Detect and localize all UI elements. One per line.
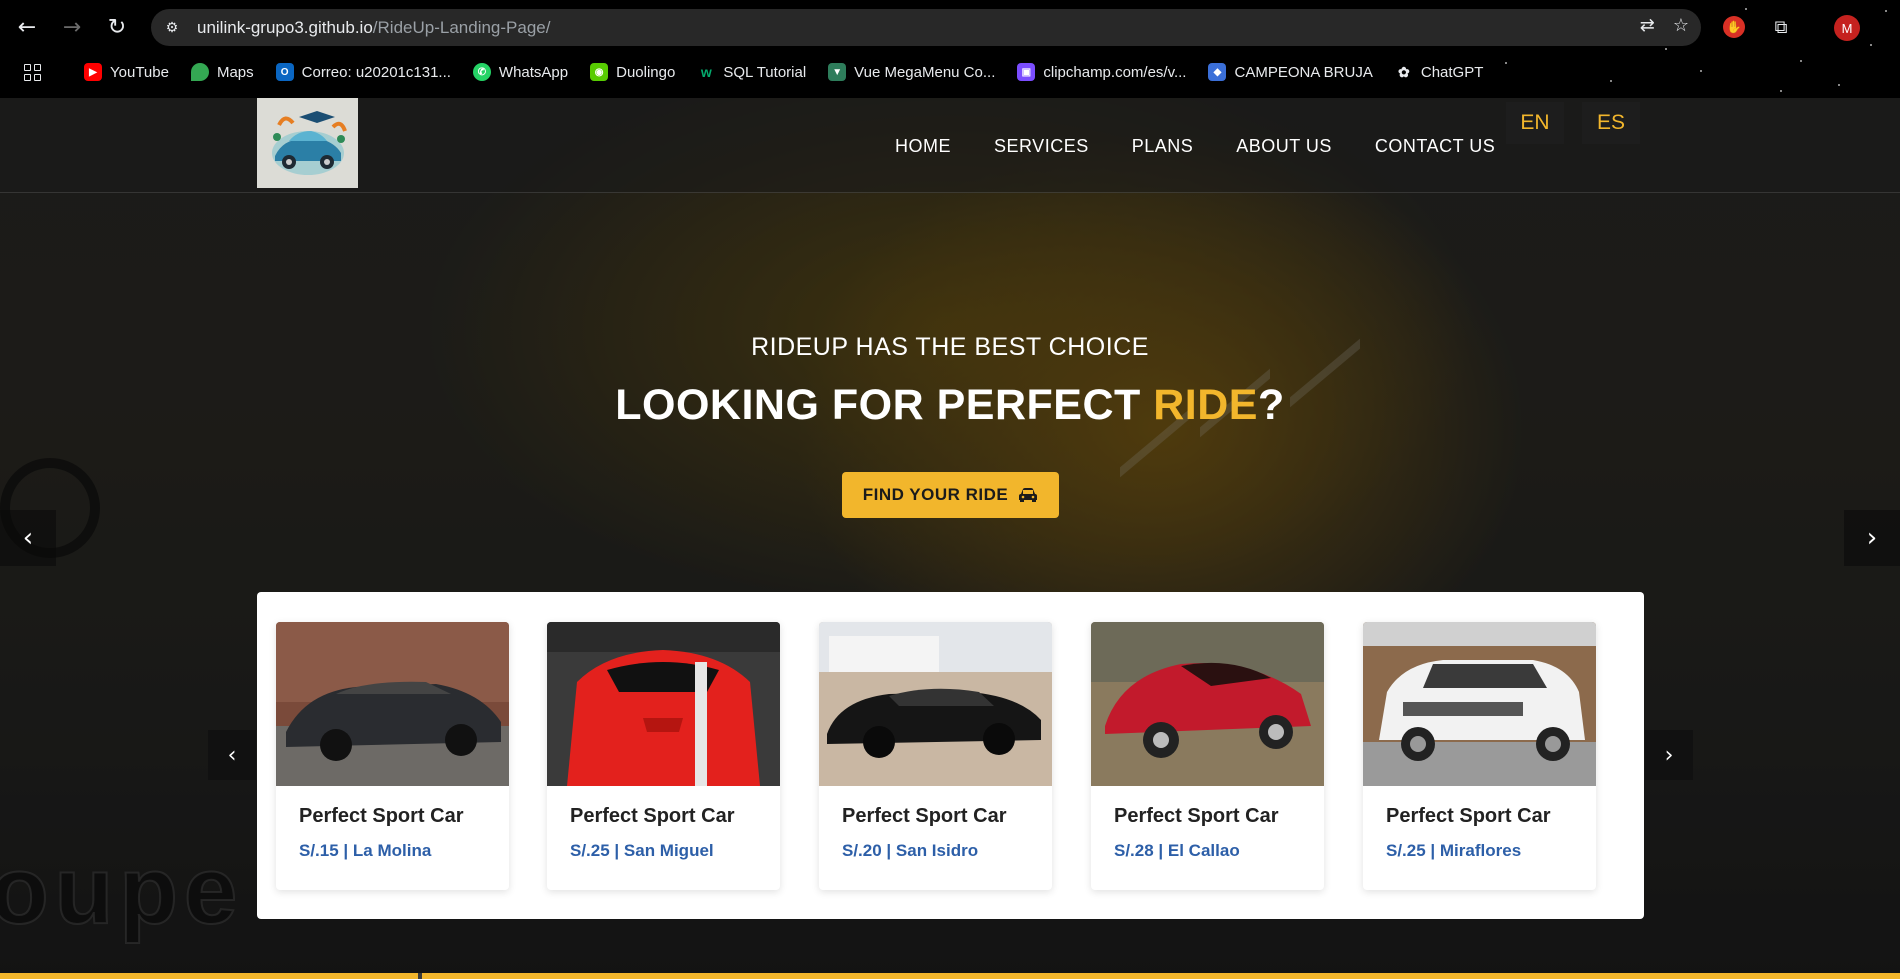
toolbar: ← → ↻ ⚙ unilink-grupo3.github.io/RideUp-…	[0, 0, 1900, 54]
url-text[interactable]: unilink-grupo3.github.io/RideUp-Landing-…	[197, 18, 550, 38]
find-your-ride-button[interactable]: FIND YOUR RIDE	[842, 472, 1059, 518]
youtube-icon: ▶	[84, 63, 102, 81]
extensions-puzzle-icon[interactable]: ⧉	[1768, 14, 1794, 40]
bookmark-maps[interactable]: Maps	[185, 58, 260, 86]
bookmark-whatsapp[interactable]: ✆ WhatsApp	[467, 58, 574, 86]
car-icon	[1019, 488, 1038, 502]
car-photo	[276, 622, 509, 786]
translate-icon[interactable]: ⇄	[1640, 15, 1655, 36]
maps-icon	[190, 63, 209, 81]
bookmark-youtube[interactable]: ▶ YouTube	[78, 58, 175, 86]
url-host: unilink-grupo3.github.io	[197, 17, 373, 37]
cars-carousel: Perfect Sport Car S/.15 | La Molina Perf…	[257, 592, 1644, 919]
back-button[interactable]: ←	[12, 12, 42, 42]
nav-home[interactable]: HOME	[895, 136, 951, 157]
car-card[interactable]: Perfect Sport Car S/.25 | San Miguel	[547, 622, 780, 890]
nav-about-us[interactable]: ABOUT US	[1236, 136, 1332, 157]
car-name: Perfect Sport Car	[1114, 805, 1279, 827]
car-price-location: S/.15 | La Molina	[299, 841, 432, 860]
nav-plans[interactable]: PLANS	[1132, 136, 1194, 157]
outlook-icon: O	[275, 63, 294, 81]
vue-icon: ▼	[828, 63, 847, 81]
clipchamp-icon: ▣	[1017, 63, 1036, 81]
car-photo	[547, 622, 780, 786]
rideup-logo[interactable]	[257, 98, 358, 188]
whatsapp-icon: ✆	[472, 63, 491, 81]
hero-title: LOOKING FOR PERFECT RIDE?	[615, 381, 1285, 429]
forward-button[interactable]: →	[57, 12, 87, 42]
profile-avatar[interactable]: M	[1834, 15, 1860, 41]
chatgpt-icon: ✿	[1397, 63, 1410, 80]
w3schools-icon: w	[700, 64, 712, 80]
bookmark-campeona-bruja[interactable]: ◆ CAMPEONA BRUJA	[1202, 58, 1378, 86]
landing-page: oupe HOME SERVICES PLANS ABOUT US CONTAC…	[0, 98, 1900, 979]
nav-services[interactable]: SERVICES	[994, 136, 1089, 157]
main-menu: HOME SERVICES PLANS ABOUT US CONTACT US	[895, 136, 1495, 157]
car-name: Perfect Sport Car	[299, 805, 464, 827]
hero-prev-arrow[interactable]: ‹	[0, 510, 56, 566]
car-card[interactable]: Perfect Sport Car S/.20 | San Isidro	[819, 622, 1052, 890]
reload-button[interactable]: ↻	[102, 12, 132, 42]
cars-next-arrow[interactable]: ›	[1645, 730, 1693, 780]
hero-title-accent: RIDE	[1153, 381, 1258, 429]
car-name: Perfect Sport Car	[1386, 805, 1551, 827]
cars-prev-arrow[interactable]: ‹	[208, 730, 256, 780]
language-en-button[interactable]: EN	[1506, 102, 1564, 144]
car-name: Perfect Sport Car	[842, 805, 1007, 827]
bookmark-sql-tutorial[interactable]: w SQL Tutorial	[691, 58, 812, 86]
bookmark-chatgpt[interactable]: ✿ ChatGPT	[1389, 58, 1490, 86]
car-logo-icon	[271, 111, 347, 175]
extension-hand-icon[interactable]: ✋	[1723, 16, 1745, 38]
browser-chrome: ← → ↻ ⚙ unilink-grupo3.github.io/RideUp-…	[0, 0, 1900, 98]
site-navbar: HOME SERVICES PLANS ABOUT US CONTACT US …	[0, 98, 1900, 193]
car-price-location: S/.28 | El Callao	[1114, 841, 1240, 860]
car-card[interactable]: Perfect Sport Car S/.28 | El Callao	[1091, 622, 1324, 890]
package-icon: ◆	[1208, 63, 1227, 81]
language-es-button[interactable]: ES	[1582, 102, 1640, 144]
nav-contact-us[interactable]: CONTACT US	[1375, 136, 1495, 157]
duolingo-icon: ◉	[590, 63, 609, 81]
bookmark-correo[interactable]: O Correo: u20201c131...	[270, 58, 457, 86]
car-price-location: S/.25 | San Miguel	[570, 841, 714, 860]
car-photo	[1091, 622, 1324, 786]
apps-grid-icon[interactable]	[20, 60, 44, 84]
address-bar[interactable]: ⚙ unilink-grupo3.github.io/RideUp-Landin…	[151, 9, 1701, 46]
car-photo	[1363, 622, 1596, 786]
car-price-location: S/.20 | San Isidro	[842, 841, 979, 860]
bottom-accent-bar	[0, 973, 1900, 979]
car-card[interactable]: Perfect Sport Car S/.25 | Miraflores	[1363, 622, 1596, 890]
hero-next-arrow[interactable]: ›	[1844, 510, 1900, 566]
site-info-icon[interactable]: ⚙	[159, 15, 185, 41]
hero-subtitle: RIDEUP HAS THE BEST CHOICE	[751, 333, 1149, 361]
bookmark-clipchamp[interactable]: ▣ clipchamp.com/es/v...	[1011, 58, 1192, 86]
car-name: Perfect Sport Car	[570, 805, 735, 827]
car-photo	[819, 622, 1052, 786]
url-path: /RideUp-Landing-Page/	[372, 17, 551, 37]
car-price-location: S/.25 | Miraflores	[1386, 841, 1522, 860]
bookmarks-bar: ▶ YouTube Maps O Correo: u20201c131... ✆ Wh…	[0, 58, 1900, 86]
bookmark-vue-megamenu[interactable]: ▼ Vue MegaMenu Co...	[822, 58, 1001, 86]
bookmark-duolingo[interactable]: ◉ Duolingo	[584, 58, 681, 86]
bookmark-star-icon[interactable]: ☆	[1673, 15, 1689, 36]
car-card[interactable]: Perfect Sport Car S/.15 | La Molina	[276, 622, 509, 890]
